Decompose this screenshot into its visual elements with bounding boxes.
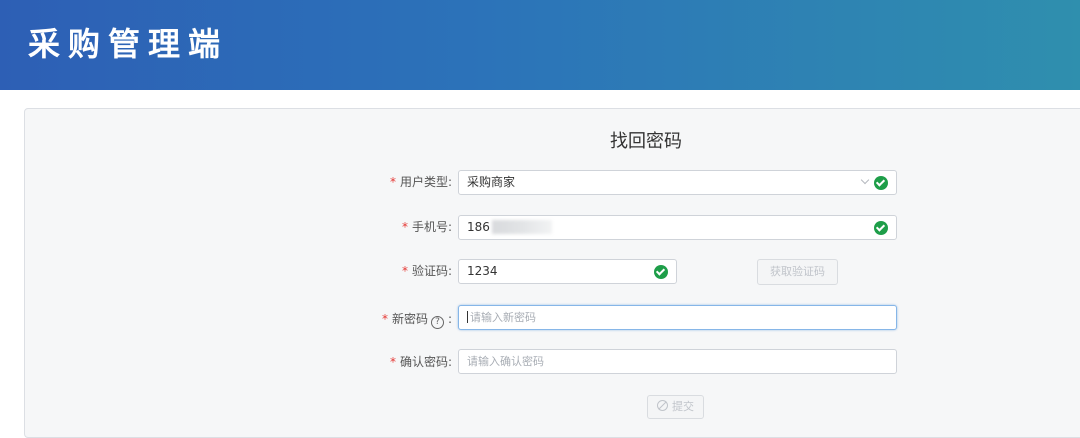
phone-label: * 手机号:: [401, 220, 452, 234]
required-mark: *: [381, 312, 388, 326]
user-type-label: * 用户类型:: [389, 175, 452, 189]
help-icon[interactable]: ?: [430, 316, 444, 329]
check-icon: [874, 221, 888, 235]
code-value: 1234: [467, 264, 498, 278]
code-input[interactable]: 1234: [458, 259, 677, 284]
required-mark: *: [389, 175, 396, 189]
submit-button[interactable]: 提交: [647, 395, 704, 419]
masked-digits: [491, 220, 552, 234]
check-icon: [874, 176, 888, 190]
text-cursor: [467, 311, 468, 323]
user-type-select[interactable]: 采购商家: [458, 170, 897, 195]
app-title: 采购管理端: [28, 25, 229, 63]
user-type-value: 采购商家: [467, 175, 516, 189]
get-code-button[interactable]: 获取验证码: [757, 259, 838, 285]
phone-value: 186: [467, 220, 490, 234]
confirm-password-label: * 确认密码:: [389, 355, 452, 369]
code-label: * 验证码:: [401, 264, 452, 278]
ban-icon: [657, 400, 668, 411]
required-mark: *: [401, 264, 408, 278]
required-mark: *: [389, 355, 396, 369]
confirm-password-placeholder: 请输入确认密码: [467, 355, 544, 368]
form-title: 找回密码: [610, 131, 682, 152]
new-password-placeholder: 请输入新密码: [470, 311, 536, 324]
required-mark: *: [401, 220, 408, 234]
new-password-input[interactable]: 请输入新密码: [458, 305, 897, 330]
phone-input[interactable]: 186: [458, 215, 897, 240]
new-password-label: * 新密码?:: [381, 312, 452, 329]
chevron-down-icon[interactable]: [860, 175, 870, 185]
app-header: 采购管理端: [0, 0, 1080, 90]
confirm-password-input[interactable]: 请输入确认密码: [458, 349, 897, 374]
check-icon: [654, 265, 668, 279]
submit-label: 提交: [672, 400, 694, 413]
